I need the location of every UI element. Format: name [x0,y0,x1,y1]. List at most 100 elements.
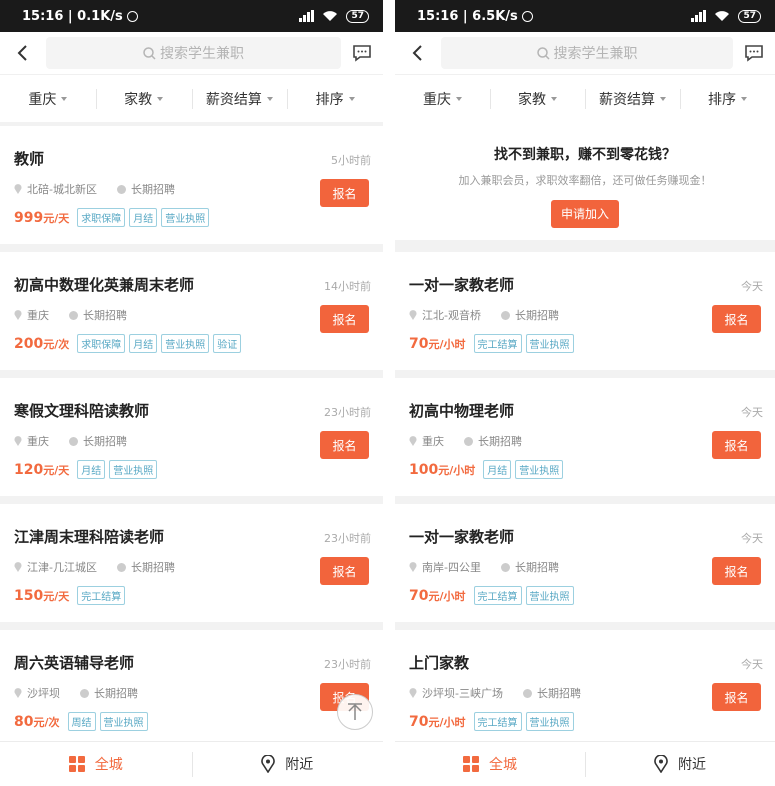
filter-city[interactable]: 重庆 [0,75,96,122]
apply-button[interactable]: 报名 [712,431,761,459]
chevron-left-icon [17,45,27,61]
apply-button[interactable]: 报名 [712,683,761,711]
job-tag: 月结 [77,460,106,479]
alarm-icon [521,10,533,22]
job-salary: 120元/天 [14,462,69,478]
job-card[interactable]: 初高中数理化英兼周末老师 14小时前 重庆 长期招聘 200元/次 求职保障 月… [0,252,383,370]
job-location: 江北-观音桥 [422,309,481,322]
status-time: 15:16 | 6.5K/s [417,8,518,24]
job-card[interactable]: 一对一家教老师 今天 江北-观音桥 长期招聘 70元/小时 完工结算 营业执照 … [395,252,775,370]
clock-icon [69,310,78,320]
back-button[interactable] [407,42,429,64]
search-input[interactable]: 搜索学生兼职 [441,37,733,69]
bottom-nav: 全城 附近 [0,741,383,786]
job-card[interactable]: 一对一家教老师 今天 南岸-四公里 长期招聘 70元/小时 完工结算 营业执照 … [395,504,775,622]
apply-button[interactable]: 报名 [712,557,761,585]
job-card[interactable]: 教师 5小时前 北碚-城北新区 长期招聘 999元/天 求职保障 月结 营业执照… [0,126,383,244]
job-tag: 完工结算 [473,712,522,731]
job-card[interactable]: 周六英语辅导老师 23小时前 沙坪坝 长期招聘 80元/次 周结 营业执照 报名 [0,630,383,748]
clock-icon [464,436,473,446]
job-meta: 重庆 长期招聘 [409,433,522,449]
job-post-time: 今天 [741,280,763,293]
caret-down-icon [660,96,666,101]
filter-label: 重庆 [28,91,57,108]
back-button[interactable] [12,42,34,64]
nav-label: 附近 [285,757,314,773]
filter-settlement[interactable]: 薪资结算 [191,75,288,122]
job-bottom-row: 100元/小时 月结 营业执照 [409,460,567,479]
job-card[interactable]: 江津周末理科陪读老师 23小时前 江津-几江城区 长期招聘 150元/天 完工结… [0,504,383,622]
phone-screen-right: 15:16 | 6.5K/s 57 搜索学生兼职 重庆 家教 薪资结算 排序 找… [395,0,775,786]
promo-subtitle: 加入兼职会员，求职效率翻倍，还可做任务赚现金！ [458,174,712,187]
job-location: 沙坪坝-三峡广场 [422,687,503,700]
caret-down-icon [157,96,164,101]
caret-down-icon [348,96,355,101]
job-salary: 80元/次 [14,714,60,730]
job-bottom-row: 70元/小时 完工结算 营业执照 [409,712,578,731]
search-icon [536,46,550,60]
message-button[interactable] [351,42,373,64]
location-pin-icon [14,310,22,320]
job-salary: 70元/小时 [409,714,466,730]
nav-nearby[interactable]: 附近 [191,742,384,786]
job-card[interactable]: 上门家教 今天 沙坪坝-三峡广场 长期招聘 70元/小时 完工结算 营业执照 报… [395,630,775,748]
apply-button[interactable]: 报名 [712,305,761,333]
search-input[interactable]: 搜索学生兼职 [46,37,341,69]
job-tag: 营业执照 [109,460,158,479]
job-tag: 营业执照 [525,586,574,605]
salary-unit: 元/小时 [428,337,466,351]
arrow-up-icon [348,703,362,720]
scroll-to-top-button[interactable] [337,694,373,730]
job-recruit-type: 长期招聘 [514,309,559,322]
message-button[interactable] [743,42,765,64]
apply-button[interactable]: 报名 [320,431,369,459]
filter-settlement[interactable]: 薪资结算 [585,75,680,122]
filter-sort[interactable]: 排序 [680,75,775,122]
alarm-icon [126,10,138,22]
filter-sort[interactable]: 排序 [287,75,383,122]
filter-label: 排序 [708,91,736,108]
apply-button[interactable]: 报名 [320,557,369,585]
salary-amount: 70 [409,587,429,604]
apply-button[interactable]: 报名 [320,305,369,333]
job-meta: 江津-几江城区 长期招聘 [14,559,175,575]
clock-icon [69,436,78,446]
job-card[interactable]: 寒假文理科陪读教师 23小时前 重庆 长期招聘 120元/天 月结 营业执照 报… [0,378,383,496]
wifi-icon [323,11,338,21]
location-pin-icon [409,688,417,698]
salary-amount: 120 [14,461,44,478]
job-recruit-type: 长期招聘 [94,687,138,700]
job-location: 北碚-城北新区 [27,183,97,196]
job-salary: 100元/小时 [409,462,475,478]
job-tag: 月结 [129,334,158,353]
job-bottom-row: 70元/小时 完工结算 营业执照 [409,334,578,353]
location-pin-icon [409,436,417,446]
nav-all-city[interactable]: 全城 [0,742,192,786]
filter-category[interactable]: 家教 [490,75,585,122]
filter-category[interactable]: 家教 [95,75,192,122]
caret-down-icon [456,96,462,101]
job-location: 江津-几江城区 [27,561,97,574]
caret-down-icon [551,96,557,101]
job-title: 教师 [14,150,45,168]
salary-unit: 元/天 [43,463,70,477]
location-pin-icon [14,562,22,572]
nav-nearby[interactable]: 附近 [585,742,775,786]
job-tag: 营业执照 [161,208,210,227]
status-bar: 15:16 | 6.5K/s 57 [395,0,775,32]
membership-promo: 找不到兼职，赚不到零花钱？ 加入兼职会员，求职效率翻倍，还可做任务赚现金！ 申请… [395,122,775,240]
apply-join-button[interactable]: 申请加入 [551,200,619,228]
job-title: 江津周末理科陪读老师 [14,528,165,546]
apply-button[interactable]: 报名 [320,179,369,207]
status-time: 15:16 | 0.1K/s [22,8,123,24]
filter-city[interactable]: 重庆 [395,75,490,122]
clock-icon [116,562,126,572]
salary-amount: 70 [409,335,429,352]
caret-down-icon [266,96,273,101]
job-card[interactable]: 初高中物理老师 今天 重庆 长期招聘 100元/小时 月结 营业执照 报名 [395,378,775,496]
search-icon [143,46,156,60]
job-tag: 完工结算 [473,586,522,605]
job-tag: 验证 [213,334,242,353]
location-pin-icon [261,755,276,773]
nav-all-city[interactable]: 全城 [395,742,585,786]
